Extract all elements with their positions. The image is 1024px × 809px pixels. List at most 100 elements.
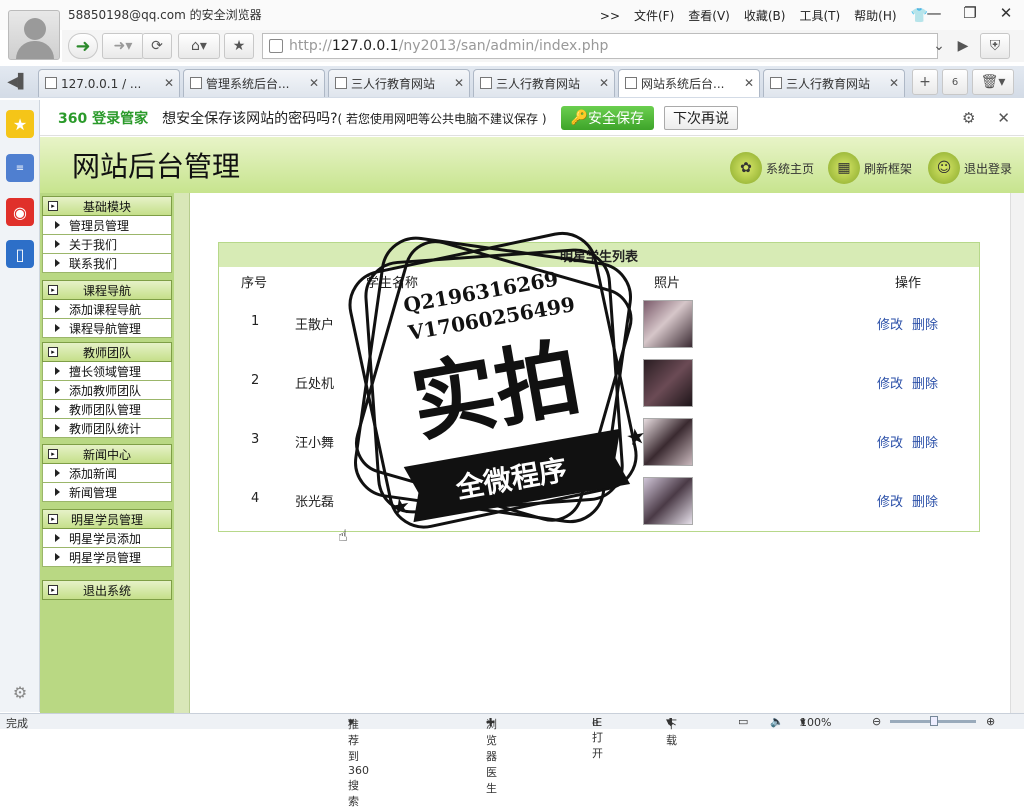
delete-link[interactable]: 删除 bbox=[912, 314, 938, 333]
sidebar-mobile[interactable]: ▯ bbox=[6, 240, 34, 268]
close-button[interactable]: ✕ bbox=[988, 0, 1024, 26]
secure-save-button[interactable]: 🔑 安全保存 bbox=[560, 105, 654, 130]
refresh-button[interactable]: ⟳ bbox=[142, 33, 172, 59]
sidebar-weibo[interactable]: ◉ bbox=[6, 198, 34, 226]
menu-file[interactable]: 文件(F) bbox=[634, 7, 674, 24]
zoom-in-button[interactable]: ⊕ bbox=[986, 715, 995, 728]
menu-item-teacher-stats[interactable]: 教师团队统计 bbox=[42, 419, 172, 438]
doctor-label: 浏览器医生 bbox=[486, 718, 497, 795]
menu-group-course[interactable]: ▸ 课程导航 bbox=[42, 280, 172, 300]
download-button[interactable]: ⬇ 下载 ▾ bbox=[666, 715, 677, 747]
menu-group-star-students[interactable]: ▸ 明星学员管理 bbox=[42, 509, 172, 529]
header-actions: 操作 bbox=[895, 276, 922, 291]
menu-group-exit[interactable]: ▸ 退出系统 bbox=[42, 580, 172, 600]
menu-more[interactable]: >> bbox=[600, 9, 620, 23]
sidebar-settings[interactable]: ⚙ bbox=[6, 678, 34, 706]
menu-item-star-student-manage[interactable]: 明星学员管理 bbox=[42, 548, 172, 567]
zoom-slider-handle[interactable] bbox=[930, 716, 938, 726]
refresh-frame-button[interactable]: ▦ 刷新框架 bbox=[828, 152, 912, 184]
menu-help[interactable]: 帮助(H) bbox=[854, 7, 896, 24]
edit-link[interactable]: 修改 bbox=[877, 491, 903, 510]
recommend-360-button[interactable]: ⌕ 推荐到360搜索 ▾ bbox=[348, 715, 369, 808]
menu-group-teachers[interactable]: ▸ 教师团队 bbox=[42, 342, 172, 362]
shield-icon: ⛨ bbox=[989, 38, 1001, 54]
favorite-button[interactable]: ★ bbox=[224, 33, 254, 59]
paw-icon: ✿ bbox=[730, 152, 762, 184]
menu-item-add-star-student[interactable]: 明星学员添加 bbox=[42, 529, 172, 548]
tab-5-active[interactable]: 网站系统后台... ✕ bbox=[618, 69, 760, 97]
menu-tools[interactable]: 工具(T) bbox=[799, 7, 840, 24]
download-label: 下载 bbox=[666, 718, 677, 747]
tab-4[interactable]: 三人行教育网站 ✕ bbox=[473, 69, 615, 97]
menu-item-expertise-manage[interactable]: 擅长领域管理 bbox=[42, 362, 172, 381]
forward-button[interactable]: ➜▾ bbox=[102, 33, 144, 59]
menu-item-admin-manage[interactable]: 管理员管理 bbox=[42, 216, 172, 235]
close-icon[interactable]: ✕ bbox=[164, 76, 174, 90]
menu-scrollbar[interactable] bbox=[174, 193, 190, 713]
menu-favorites[interactable]: 收藏(B) bbox=[744, 7, 786, 24]
close-icon[interactable]: ✕ bbox=[744, 76, 754, 90]
speaker-icon[interactable]: 🔈 bbox=[770, 715, 784, 728]
table-row: 3 汪小舞 修改 删除 bbox=[219, 412, 979, 471]
back-button[interactable]: ➜ bbox=[68, 33, 98, 59]
zoom-out-button[interactable]: ⊖ bbox=[872, 715, 881, 728]
menu-item-about[interactable]: 关于我们 bbox=[42, 235, 172, 254]
close-icon[interactable]: ✕ bbox=[599, 76, 609, 90]
delete-link[interactable]: 删除 bbox=[912, 432, 938, 451]
edit-link[interactable]: 修改 bbox=[877, 314, 903, 333]
weibo-icon: ◉ bbox=[13, 202, 27, 222]
tab-2[interactable]: 管理系统后台... ✕ bbox=[183, 69, 325, 97]
tab-3[interactable]: 三人行教育网站 ✕ bbox=[328, 69, 470, 97]
user-avatar[interactable] bbox=[8, 10, 60, 60]
chevron-down-icon: ⌄ bbox=[933, 38, 945, 54]
window-icon[interactable]: ▭ bbox=[738, 715, 748, 728]
edit-link[interactable]: 修改 bbox=[877, 432, 903, 451]
go-button[interactable]: ▶ bbox=[952, 33, 974, 59]
later-button[interactable]: 下次再说 bbox=[663, 105, 738, 130]
student-photo bbox=[643, 359, 693, 407]
address-bar[interactable]: http://127.0.0.1/ny2013/san/admin/index.… bbox=[262, 33, 938, 59]
sidebar-toggle[interactable]: ◀▌ bbox=[4, 69, 32, 95]
security-button[interactable]: ⛨ bbox=[980, 33, 1010, 59]
student-photo bbox=[643, 477, 693, 525]
header-photo: 照片 bbox=[654, 276, 681, 291]
edit-link[interactable]: 修改 bbox=[877, 373, 903, 392]
content-scrollbar[interactable] bbox=[1010, 193, 1024, 713]
close-icon[interactable]: ✕ bbox=[889, 76, 899, 90]
menu-item-contact[interactable]: 联系我们 bbox=[42, 254, 172, 273]
menu-item-news-manage[interactable]: 新闻管理 bbox=[42, 483, 172, 502]
new-tab-button[interactable]: + bbox=[912, 69, 938, 95]
menu-view[interactable]: 查看(V) bbox=[688, 7, 730, 24]
menu-item-add-course-nav[interactable]: 添加课程导航 bbox=[42, 300, 172, 319]
minimize-button[interactable]: — bbox=[916, 0, 952, 26]
recommend-label: 推荐到360搜索 bbox=[348, 718, 369, 808]
system-home-button[interactable]: ✿ 系统主页 bbox=[730, 152, 814, 184]
tab-count-button[interactable]: 6 bbox=[942, 69, 968, 95]
menu-item-teacher-manage[interactable]: 教师团队管理 bbox=[42, 400, 172, 419]
sidebar-news[interactable]: ≡ bbox=[6, 154, 34, 182]
gear-icon: ⚙ bbox=[12, 682, 28, 702]
sidebar-favorites[interactable]: ★ bbox=[6, 110, 34, 138]
menu-item-course-nav-manage[interactable]: 课程导航管理 bbox=[42, 319, 172, 338]
restore-button[interactable]: ❐ bbox=[952, 0, 988, 26]
address-dropdown[interactable]: ⌄ bbox=[928, 33, 950, 59]
delete-link[interactable]: 删除 bbox=[912, 373, 938, 392]
menu-item-add-teacher[interactable]: 添加教师团队 bbox=[42, 381, 172, 400]
menu-group-news[interactable]: ▸ 新闻中心 bbox=[42, 444, 172, 464]
expand-icon: ▸ bbox=[48, 585, 58, 595]
logout-button[interactable]: ☺ 退出登录 bbox=[928, 152, 1012, 184]
zoom-control[interactable]: ⌕ 100% ▾ bbox=[800, 715, 831, 729]
url-host: 127.0.0.1 bbox=[331, 38, 399, 54]
close-icon[interactable]: ✕ bbox=[309, 76, 319, 90]
menu-item-add-news[interactable]: 添加新闻 bbox=[42, 464, 172, 483]
gear-icon[interactable]: ⚙ bbox=[962, 109, 975, 127]
trash-button[interactable]: 🗑▾ bbox=[972, 69, 1014, 95]
delete-link[interactable]: 删除 bbox=[912, 491, 938, 510]
tab-6[interactable]: 三人行教育网站 ✕ bbox=[763, 69, 905, 97]
home-button[interactable]: ⌂▾ bbox=[178, 33, 220, 59]
tab-1[interactable]: 127.0.0.1 / ... ✕ bbox=[38, 69, 180, 97]
close-icon[interactable]: ✕ bbox=[997, 109, 1010, 127]
close-icon[interactable]: ✕ bbox=[454, 76, 464, 90]
menu-group-basic[interactable]: ▸ 基础模块 bbox=[42, 196, 172, 216]
table-row: 2 丘处机 修改 删除 bbox=[219, 353, 979, 412]
